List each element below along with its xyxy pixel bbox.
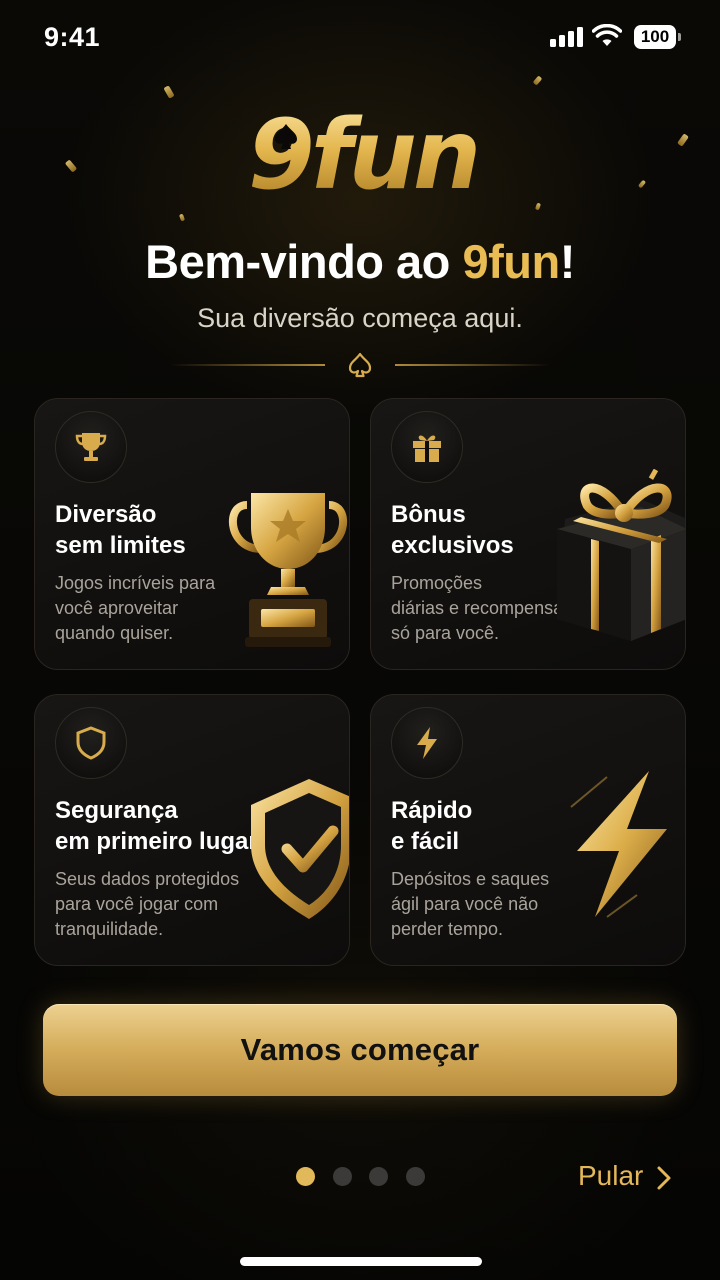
icon-badge bbox=[55, 707, 127, 779]
trophy-icon bbox=[75, 433, 107, 461]
gift-box-illustration bbox=[557, 469, 685, 641]
page-dot-3[interactable] bbox=[369, 1167, 388, 1186]
skip-button[interactable]: Pular bbox=[578, 1160, 643, 1192]
spade-outline-icon bbox=[348, 352, 372, 378]
card-description: Depósitos e saques ágil para você não perd… bbox=[391, 869, 550, 939]
card-title: Diversão sem limites bbox=[55, 501, 186, 559]
lightning-icon bbox=[417, 727, 437, 759]
gift-icon bbox=[413, 435, 441, 462]
ornament-divider bbox=[170, 350, 550, 380]
trophy-illustration bbox=[228, 493, 348, 647]
card-title: Segurança em primeiro lugar bbox=[55, 797, 258, 855]
icon-badge bbox=[55, 411, 127, 483]
status-time: 9:41 bbox=[44, 22, 101, 52]
welcome-subtitle: Sua diversão começa aqui. bbox=[197, 303, 523, 333]
icon-badge bbox=[391, 707, 463, 779]
welcome-title: Bem-vindo ao 9fun! bbox=[145, 235, 575, 288]
card-description: Promoções diárias e recompensas só para vo… bbox=[391, 573, 573, 643]
brand-name: 9fun bbox=[462, 235, 560, 288]
wifi-icon bbox=[592, 24, 622, 46]
feature-card-fast: Rápido e fácil Depósitos e saques ágil par… bbox=[370, 694, 686, 966]
start-button[interactable]: Vamos começar bbox=[43, 1004, 677, 1096]
feature-card-fun: Diversão sem limites Jogos incríveis para… bbox=[34, 398, 350, 670]
card-description: Seus dados protegidos para você jogar com… bbox=[55, 869, 240, 939]
feature-card-security: Segurança em primeiro lugar Seus dados pr… bbox=[34, 694, 350, 966]
battery-indicator: 100 bbox=[634, 25, 681, 49]
shield-icon bbox=[76, 726, 106, 760]
chevron-right-icon[interactable] bbox=[655, 1165, 673, 1191]
page-dot-1[interactable] bbox=[296, 1167, 315, 1186]
logo-text: 9fun bbox=[248, 99, 481, 211]
spade-icon bbox=[275, 124, 297, 149]
feature-card-bonus: Bônus exclusivos Promoções diárias e recom… bbox=[370, 398, 686, 670]
icon-badge bbox=[391, 411, 463, 483]
cellular-signal-icon bbox=[550, 27, 584, 47]
card-title: Rápido e fácil bbox=[391, 797, 473, 855]
home-indicator[interactable] bbox=[240, 1257, 482, 1266]
status-bar: 9:41 100 bbox=[0, 0, 720, 76]
page-dot-2[interactable] bbox=[333, 1167, 352, 1186]
card-description: Jogos incríveis para você aproveitar quand… bbox=[55, 573, 216, 643]
page-indicator bbox=[296, 1167, 426, 1187]
card-title: Bônus exclusivos bbox=[391, 501, 514, 559]
app-logo: 9fun bbox=[248, 100, 481, 215]
shield-check-illustration bbox=[251, 779, 349, 919]
page-dot-4[interactable] bbox=[406, 1167, 425, 1186]
lightning-illustration bbox=[570, 771, 667, 918]
